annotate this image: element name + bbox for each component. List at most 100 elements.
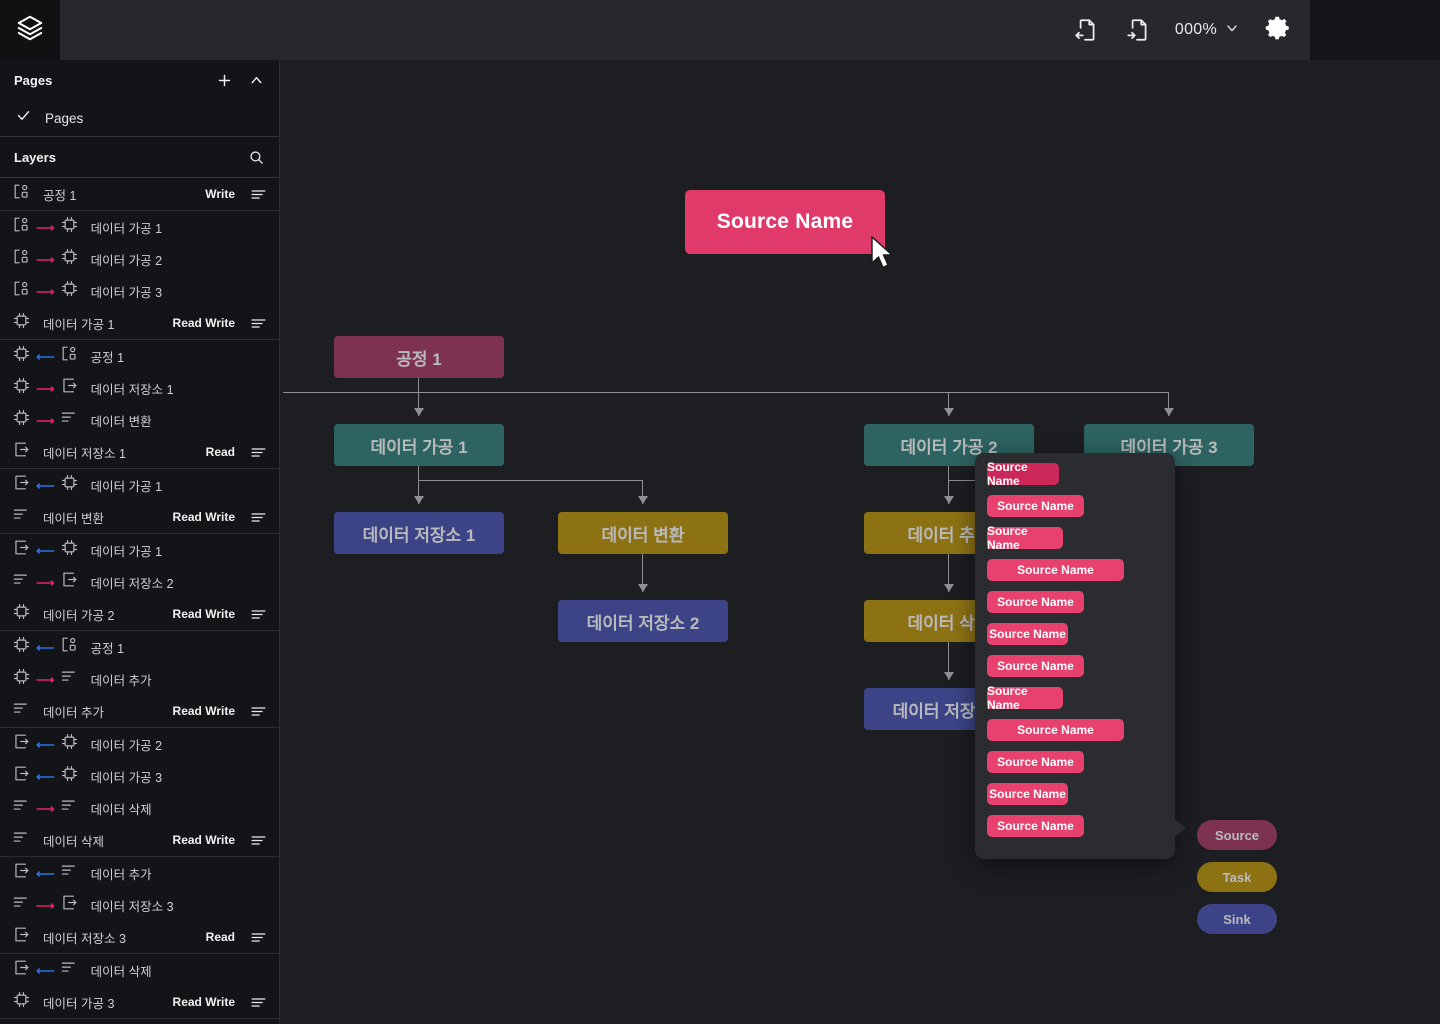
- arrow-left-icon: ⟵: [36, 962, 55, 978]
- node-n-gagong-1[interactable]: 데이터 가공 1: [334, 424, 504, 466]
- layer-row-10[interactable]: 데이터 변환 Read Write: [0, 501, 279, 533]
- layer-row-icons: ⟶: [12, 796, 79, 820]
- layer-row-0[interactable]: 공정 1 Write: [0, 178, 279, 210]
- layer-row-7[interactable]: ⟶ 데이터 변환: [0, 404, 279, 436]
- chip-icon: [12, 990, 31, 1014]
- layer-row-icons: [12, 311, 31, 335]
- legend-chip-source[interactable]: Source: [1197, 820, 1277, 850]
- layer-row-8[interactable]: 데이터 저장소 1 Read: [0, 436, 279, 468]
- store-icon: [60, 376, 79, 400]
- layer-row-20[interactable]: 데이터 삭제 Read Write: [0, 824, 279, 856]
- source-name-popup-items: Source Name Source Name Source Name Source …: [987, 460, 1163, 837]
- document-import-icon[interactable]: [1069, 13, 1103, 47]
- layer-row-5[interactable]: ⟵ 공정 1: [0, 340, 279, 372]
- pages-item-pages[interactable]: Pages: [0, 100, 279, 136]
- lines-menu-icon[interactable]: [250, 994, 267, 1011]
- popup-pill-2[interactable]: Source Name: [987, 524, 1063, 552]
- layer-row-6[interactable]: ⟶ 데이터 저장소 1: [0, 372, 279, 404]
- lines-menu-icon[interactable]: [250, 606, 267, 623]
- layer-row-16[interactable]: 데이터 추가 Read Write: [0, 695, 279, 727]
- chip-icon: [12, 311, 31, 335]
- lines-menu-icon[interactable]: [250, 703, 267, 720]
- source-name-card-label: Source Name: [716, 210, 854, 233]
- layer-row-permission: Read Write: [172, 995, 235, 1009]
- popup-pill-4[interactable]: Source Name: [987, 591, 1084, 613]
- node-n-jeojangso-1[interactable]: 데이터 저장소 1: [334, 512, 504, 554]
- source-name-popup[interactable]: Source Name Source Name Source Name Source …: [975, 453, 1186, 859]
- layer-row-name: 데이터 가공 3: [90, 285, 163, 300]
- source-name-card[interactable]: Source Name: [685, 190, 885, 254]
- edge-arrowhead: [638, 496, 648, 504]
- chip-icon: [60, 215, 79, 239]
- popup-pill-3[interactable]: Source Name: [987, 559, 1124, 581]
- chevron-up-icon[interactable]: [247, 71, 265, 89]
- layer-row-15[interactable]: ⟶ 데이터 추가: [0, 663, 279, 695]
- lines-menu-icon[interactable]: [250, 929, 267, 946]
- popup-pill-8[interactable]: Source Name: [987, 719, 1124, 741]
- legend-chip-sink[interactable]: Sink: [1197, 904, 1277, 934]
- app-logo[interactable]: [0, 0, 60, 60]
- layer-row-2[interactable]: ⟶ 데이터 가공 2: [0, 243, 279, 275]
- layer-row-21[interactable]: ⟵ 데이터 추가: [0, 857, 279, 889]
- node-n-byeonhwan[interactable]: 데이터 변환: [558, 512, 728, 554]
- layer-row-icons: ⟵: [12, 764, 79, 788]
- layer-row-3[interactable]: ⟶ 데이터 가공 3: [0, 275, 279, 307]
- layer-row-26[interactable]: ⟵공정 1: [0, 1019, 279, 1024]
- store-icon: [12, 958, 31, 982]
- chip-icon: [12, 635, 31, 659]
- popup-pill-7[interactable]: Source Name: [987, 684, 1063, 712]
- lines-menu-icon[interactable]: [250, 315, 267, 332]
- layer-row-icons: ⟵: [12, 344, 79, 368]
- layer-row-22[interactable]: ⟶ 데이터 저장소 3: [0, 889, 279, 921]
- layer-row-19[interactable]: ⟶ 데이터 삭제: [0, 792, 279, 824]
- node-n-jeojangso-2[interactable]: 데이터 저장소 2: [558, 600, 728, 642]
- layer-row-4[interactable]: 데이터 가공 1 Read Write: [0, 307, 279, 339]
- layer-row-icons: ⟶: [12, 408, 79, 432]
- layer-row-name: 데이터 삭제: [90, 964, 152, 979]
- layer-row-14[interactable]: ⟵ 공정 1: [0, 631, 279, 663]
- transform-icon: [12, 796, 31, 820]
- document-export-icon[interactable]: [1121, 13, 1155, 47]
- layer-row-name: 데이터 저장소 1: [90, 382, 174, 397]
- layer-row-18[interactable]: ⟵ 데이터 가공 3: [0, 760, 279, 792]
- lines-menu-icon[interactable]: [250, 509, 267, 526]
- layer-row-icons: [12, 440, 31, 464]
- layer-row-23[interactable]: 데이터 저장소 3 Read: [0, 921, 279, 953]
- search-icon[interactable]: [247, 148, 265, 166]
- edge-segment: [283, 392, 1169, 393]
- layer-row-17[interactable]: ⟵ 데이터 가공 2: [0, 728, 279, 760]
- popup-pill-0[interactable]: Source Name: [987, 460, 1059, 488]
- layer-row-name: 데이터 저장소 3: [43, 931, 126, 946]
- diagram-canvas[interactable]: Source Name 공정 1 데이터 가공 1 데이터 가공 2 데이터 가공 3…: [280, 60, 1440, 1024]
- plus-icon[interactable]: [215, 71, 233, 89]
- settings-button[interactable]: [1260, 13, 1294, 47]
- legend-chip-source-label: Source: [1214, 827, 1260, 843]
- layer-row-9[interactable]: ⟵ 데이터 가공 1: [0, 469, 279, 501]
- popup-pill-11[interactable]: Source Name: [987, 815, 1084, 837]
- layer-row-13[interactable]: 데이터 가공 2 Read Write: [0, 598, 279, 630]
- lines-menu-icon[interactable]: [250, 186, 267, 203]
- lines-menu-icon[interactable]: [250, 444, 267, 461]
- popup-pill-6[interactable]: Source Name: [987, 655, 1084, 677]
- layer-row-1[interactable]: ⟶ 데이터 가공 1: [0, 211, 279, 243]
- layer-row-25[interactable]: 데이터 가공 3 Read Write: [0, 986, 279, 1018]
- popup-pill-10[interactable]: Source Name: [987, 783, 1068, 805]
- lines-menu-icon[interactable]: [250, 832, 267, 849]
- popup-pill-1[interactable]: Source Name: [987, 495, 1084, 517]
- layer-row-24[interactable]: ⟵ 데이터 삭제: [0, 954, 279, 986]
- transform-icon: [60, 958, 79, 982]
- layer-row-12[interactable]: ⟶ 데이터 저장소 2: [0, 566, 279, 598]
- zoom-control[interactable]: 000%: [1173, 20, 1242, 41]
- layers-panel-title: Layers: [14, 149, 56, 165]
- layer-row-icons: ⟵: [12, 635, 79, 659]
- popup-pill-5[interactable]: Source Name: [987, 623, 1068, 645]
- layers-icon: [15, 13, 45, 48]
- layer-row-11[interactable]: ⟵ 데이터 가공 1: [0, 534, 279, 566]
- legend-chip-task[interactable]: Task: [1197, 862, 1277, 892]
- popup-pill-label: Source Name: [987, 684, 1028, 712]
- popup-pill-9[interactable]: Source Name: [987, 751, 1084, 773]
- node-label: 데이터 변환: [601, 525, 685, 545]
- node-n-gongjeong-1[interactable]: 공정 1: [334, 336, 504, 378]
- layers-list[interactable]: 공정 1 Write ⟶ 데이터 가공 1 ⟶ 데이터 가공 2 ⟶ 데이터 가공 3 데이터 …: [0, 178, 279, 1024]
- chip-icon: [12, 667, 31, 691]
